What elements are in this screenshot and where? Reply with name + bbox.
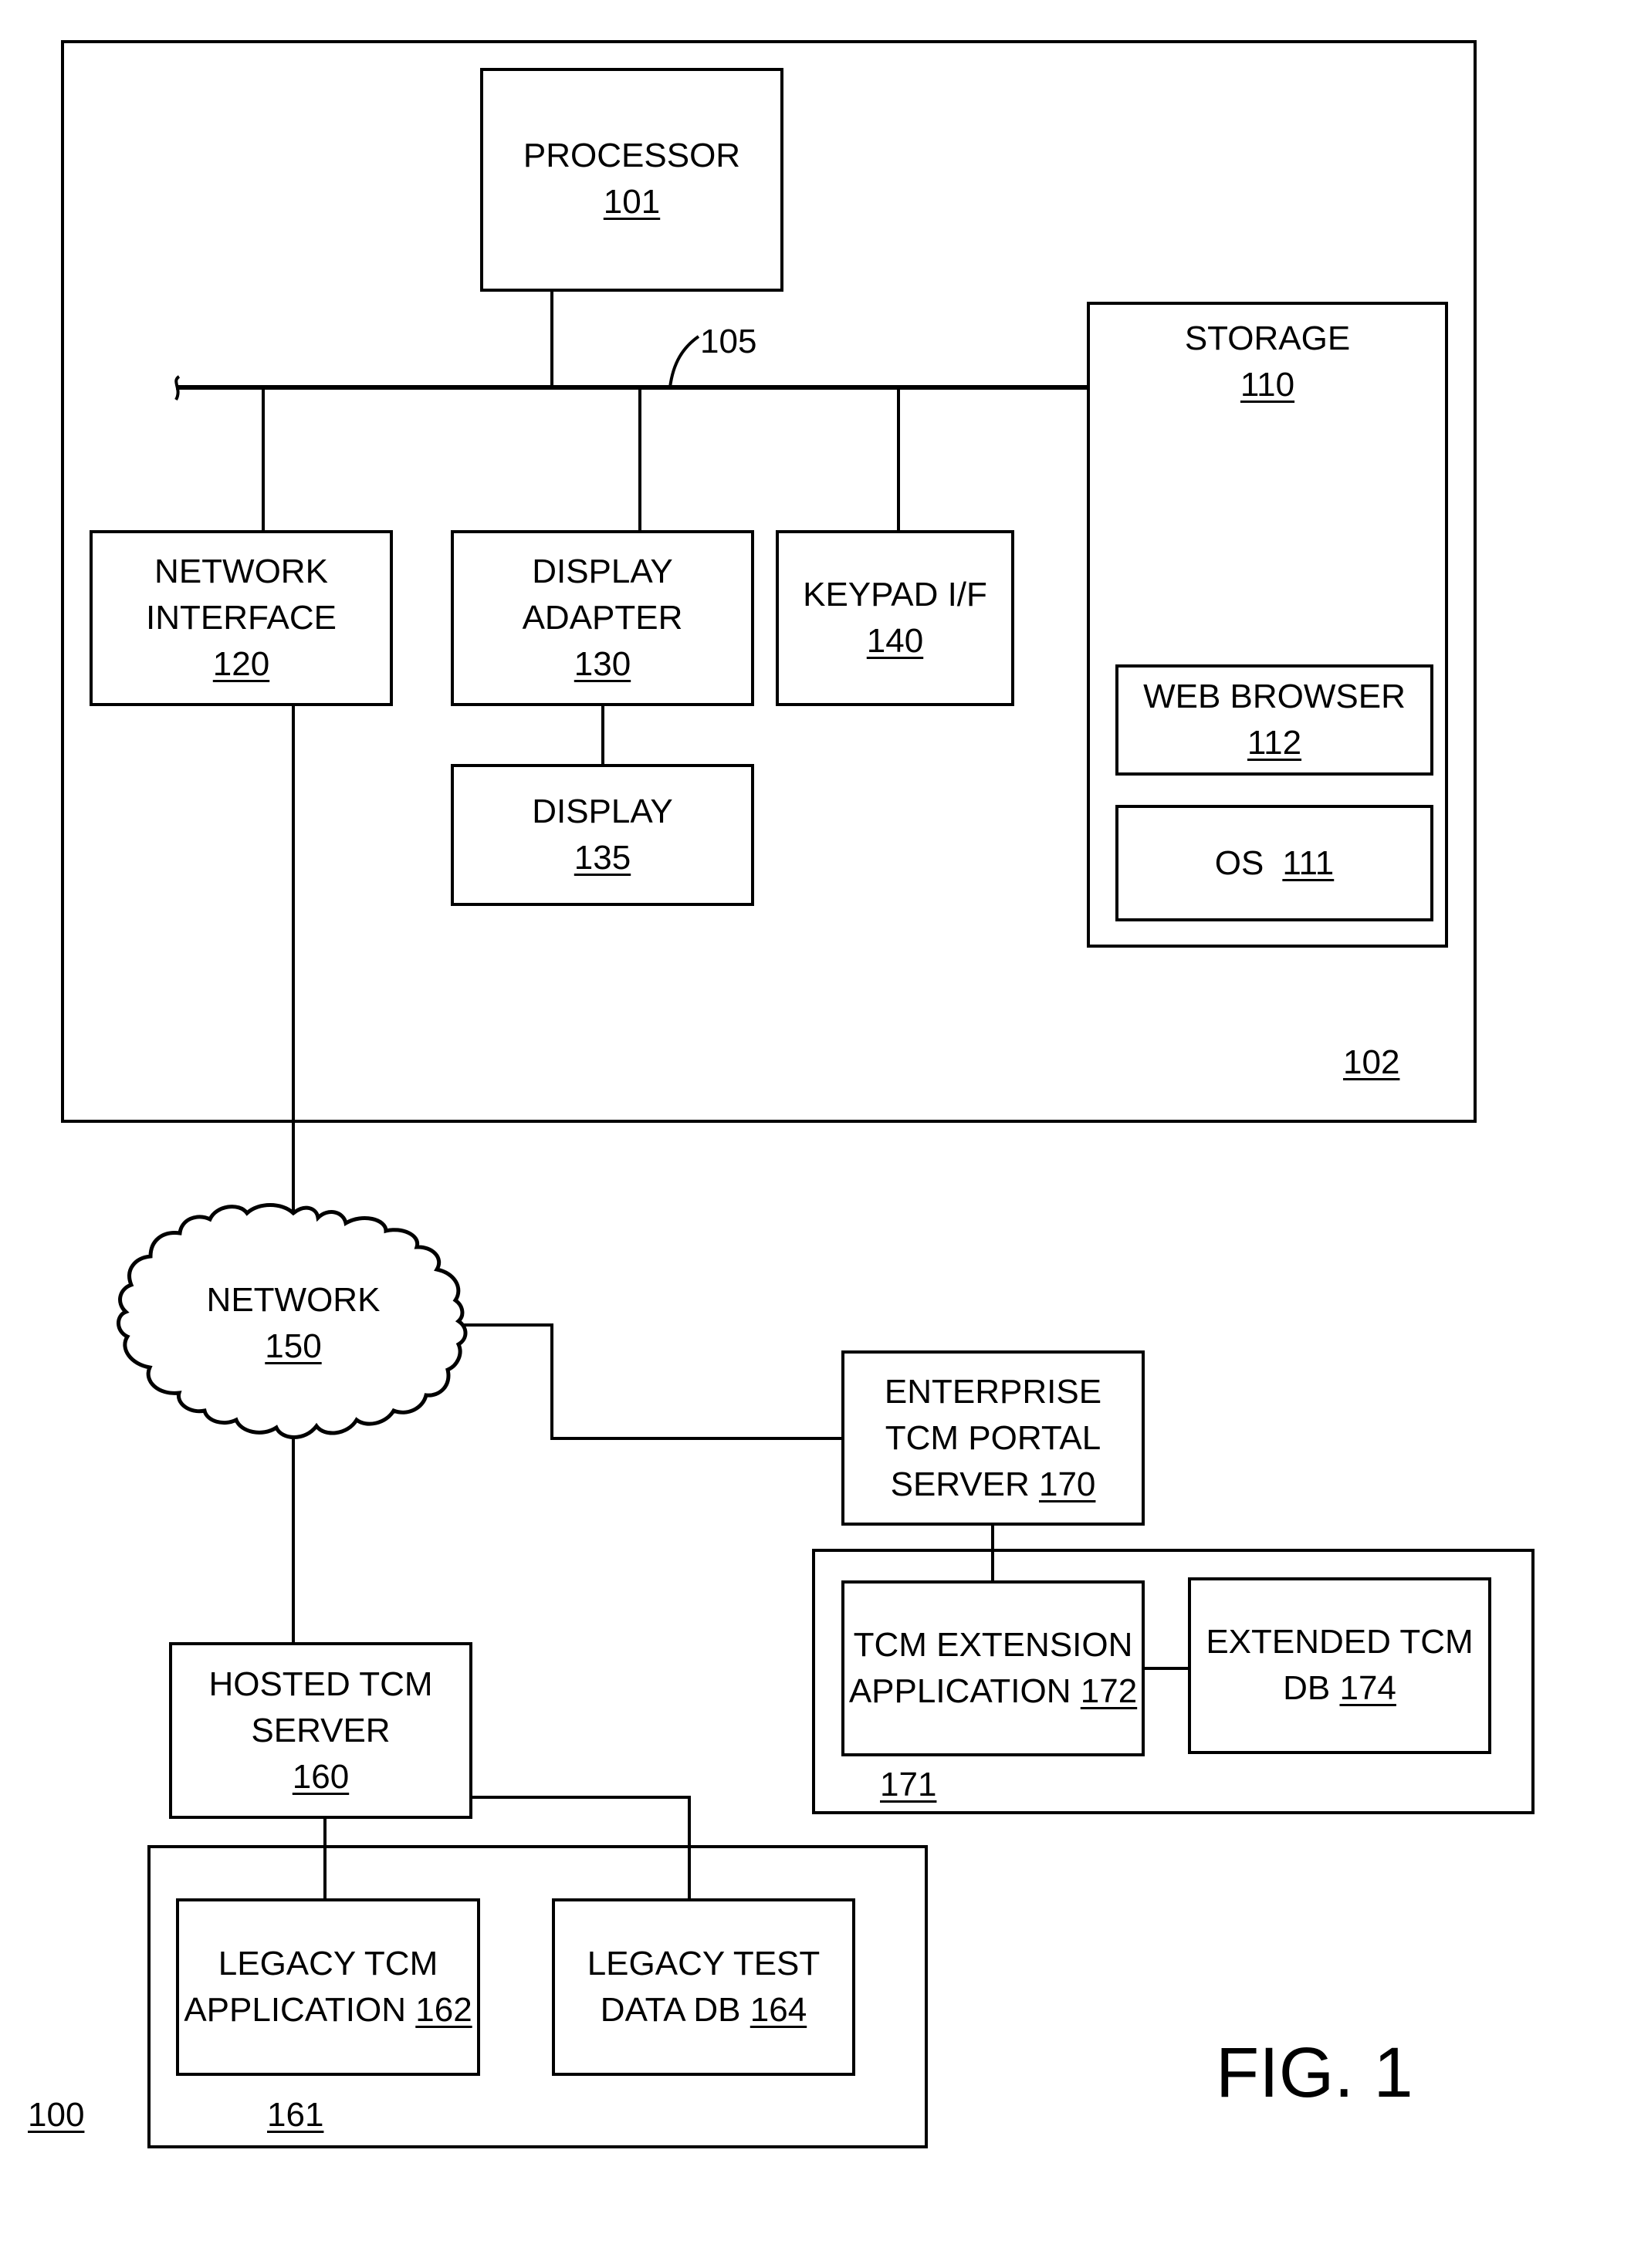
network-label: NETWORK xyxy=(206,1281,381,1319)
web-browser-box: WEB BROWSER 112 xyxy=(1115,664,1433,776)
network-text: NETWORK 150 xyxy=(178,1277,409,1370)
keypad-interface-box: KEYPAD I/F 140 xyxy=(776,530,1014,706)
portal-label-line2: TCM PORTAL xyxy=(885,1418,1101,1457)
hosted-server-label-line2: SERVER xyxy=(251,1711,391,1749)
processor-box: PROCESSOR 101 xyxy=(480,68,783,292)
display-adapter-label-line1: DISPLAY xyxy=(532,553,673,590)
enterprise-group-ref: 171 xyxy=(880,1766,937,1803)
network-ref: 150 xyxy=(265,1327,322,1365)
hosted-tcm-server-box: HOSTED TCM SERVER 160 xyxy=(169,1642,472,1819)
legacy-app-label-line2: APPLICATION 162 xyxy=(184,1987,472,2033)
system-ref-label: 100 xyxy=(28,2096,85,2134)
enterprise-portal-box: ENTERPRISE TCM PORTAL SERVER 170 xyxy=(841,1350,1145,1526)
extension-app-label-line2: APPLICATION 172 xyxy=(849,1668,1137,1715)
legacy-db-ref: 164 xyxy=(750,1991,807,2029)
display-box: DISPLAY 135 xyxy=(451,764,754,906)
display-adapter-label-line2: ADAPTER xyxy=(522,599,683,637)
extended-db-label-line1: EXTENDED TCM xyxy=(1206,1623,1474,1661)
os-box: OS 111 xyxy=(1115,805,1433,921)
network-interface-ref: 120 xyxy=(212,645,270,683)
processor-ref: 101 xyxy=(603,183,661,221)
patent-figure: 102 105 PROCESSOR 101 NETWORK INTERFACE … xyxy=(0,0,1631,2268)
legacy-tcm-app-box: LEGACY TCM APPLICATION 162 xyxy=(176,1898,480,2076)
hosted-server-ref: 160 xyxy=(292,1757,350,1796)
extension-app-ref: 172 xyxy=(1080,1672,1138,1710)
bus-ref-label: 105 xyxy=(700,323,757,360)
network-interface-label-line1: NETWORK xyxy=(154,553,328,590)
network-interface-label-line2: INTERFACE xyxy=(146,599,337,637)
hosted-server-label-line1: HOSTED TCM xyxy=(208,1665,433,1703)
keypad-label: KEYPAD I/F xyxy=(803,576,987,613)
cloud-portal-link xyxy=(463,1323,841,1440)
legacy-db-label-line2-text: DATA DB xyxy=(600,1991,741,2029)
legacy-db-label-line1: LEGACY TEST xyxy=(587,1945,821,1982)
storage-ref: 110 xyxy=(1240,366,1295,404)
processor-label: PROCESSOR xyxy=(523,137,741,174)
display-ref: 135 xyxy=(574,839,631,877)
extended-db-label-line2: DB 174 xyxy=(1283,1665,1396,1712)
os-label: OS xyxy=(1214,843,1264,882)
legacy-test-db-box: LEGACY TEST DATA DB 164 xyxy=(552,1898,855,2076)
extended-db-ref: 174 xyxy=(1339,1669,1396,1707)
display-adapter-ref: 130 xyxy=(574,645,631,683)
storage-label: STORAGE xyxy=(1184,319,1351,357)
computer-ref-label: 102 xyxy=(1343,1043,1400,1081)
tcm-extension-app-box: TCM EXTENSION APPLICATION 172 xyxy=(841,1580,1145,1756)
hosted-group-ref: 161 xyxy=(267,2096,324,2134)
portal-ref: 170 xyxy=(1038,1465,1096,1503)
web-browser-label: WEB BROWSER xyxy=(1143,678,1406,715)
extension-app-label-line2-text: APPLICATION xyxy=(848,1672,1071,1710)
legacy-app-label-line1: LEGACY TCM xyxy=(218,1945,438,1982)
extended-tcm-db-box: EXTENDED TCM DB 174 xyxy=(1188,1577,1491,1754)
figure-title: FIG. 1 xyxy=(1216,2033,1413,2112)
portal-label-line3-text: SERVER xyxy=(890,1465,1030,1503)
portal-label-line1: ENTERPRISE xyxy=(884,1372,1102,1411)
web-browser-ref: 112 xyxy=(1247,724,1302,762)
os-ref: 111 xyxy=(1282,843,1335,882)
extension-app-label-line1: TCM EXTENSION xyxy=(853,1626,1133,1664)
keypad-ref: 140 xyxy=(866,622,924,660)
legacy-app-ref: 162 xyxy=(415,1991,472,2029)
portal-label-line3: SERVER 170 xyxy=(891,1462,1096,1508)
display-adapter-box: DISPLAY ADAPTER 130 xyxy=(451,530,754,706)
display-label: DISPLAY xyxy=(532,793,673,830)
network-interface-box: NETWORK INTERFACE 120 xyxy=(90,530,393,706)
extended-db-label-line2-text: DB xyxy=(1283,1669,1331,1707)
legacy-app-label-line2-text: APPLICATION xyxy=(184,1991,407,2029)
legacy-db-label-line2: DATA DB 164 xyxy=(601,1987,807,2033)
